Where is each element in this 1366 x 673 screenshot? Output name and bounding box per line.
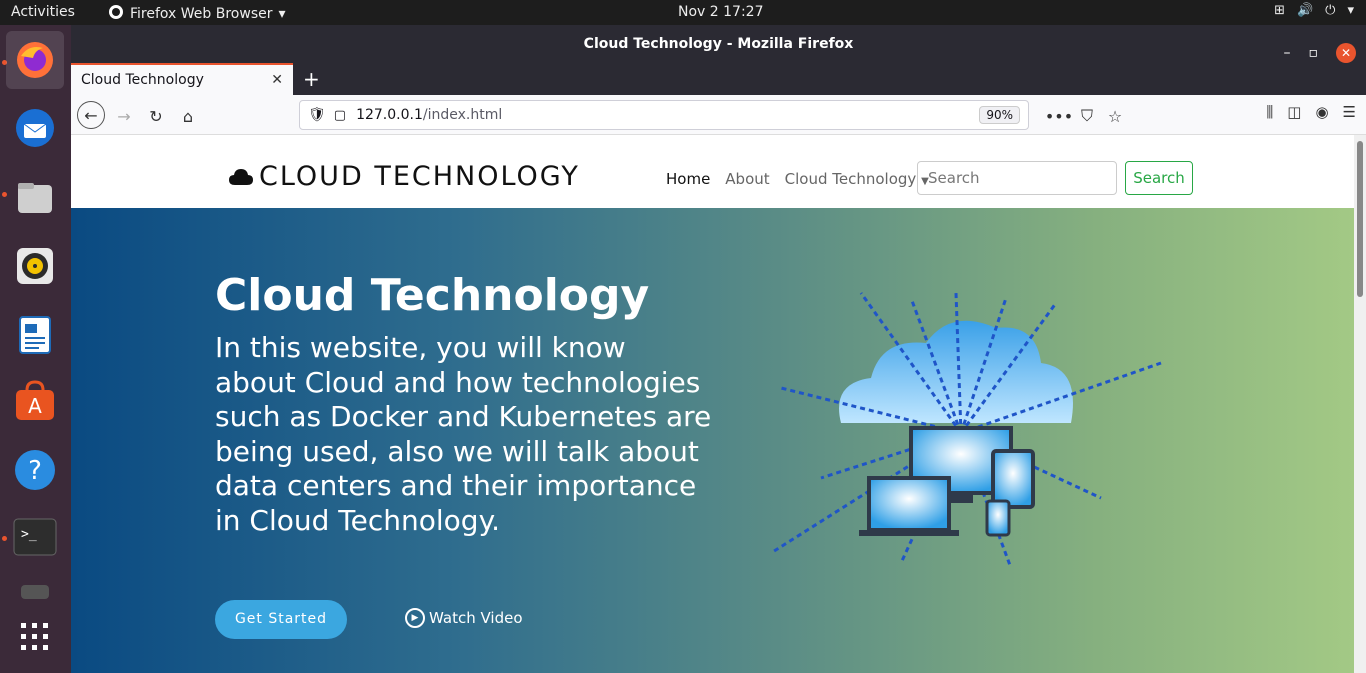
svg-text:?: ?: [28, 456, 42, 486]
menu-icon[interactable]: ☰: [1343, 103, 1356, 121]
firefox-window: Cloud Technology - Mozilla Firefox – ▫ ✕…: [71, 25, 1366, 673]
dock-help[interactable]: ?: [6, 441, 64, 499]
dock-software[interactable]: A: [6, 373, 64, 431]
url-path: /index.html: [422, 107, 503, 123]
web-page: CLOUD TECHNOLOGY Home About Cloud Techno…: [71, 135, 1354, 673]
nav-home[interactable]: Home: [666, 170, 710, 188]
zoom-indicator[interactable]: 90%: [979, 106, 1020, 124]
reload-icon[interactable]: ↻: [143, 103, 169, 129]
writer-icon: [19, 316, 51, 354]
firefox-icon: [108, 4, 124, 24]
nav-about[interactable]: About: [725, 170, 769, 188]
title-bar: Cloud Technology - Mozilla Firefox – ▫ ✕: [71, 25, 1366, 63]
hero-text: In this website, you will know about Clo…: [215, 331, 712, 537]
close-window-icon[interactable]: ✕: [1336, 43, 1356, 63]
site-search-input[interactable]: Search: [917, 161, 1117, 195]
shield-icon[interactable]: 🛡: [308, 107, 326, 123]
nav-cloud-dropdown[interactable]: Cloud Technology ▼: [785, 170, 929, 188]
cloud-icon: [229, 168, 253, 185]
url-bar[interactable]: 🛡 ▢ 127.0.0.1/index.html 90%: [299, 100, 1029, 130]
library-icon[interactable]: ⫼: [1266, 103, 1273, 121]
gnome-top-bar: Activities Firefox Web Browser ▾ Nov 2 1…: [0, 0, 1366, 25]
brand-text: CLOUD TECHNOLOGY: [259, 161, 580, 192]
dock-rhythmbox[interactable]: [6, 237, 64, 295]
tab-title: Cloud Technology: [81, 72, 204, 88]
svg-text:A: A: [28, 394, 42, 418]
scrollbar-thumb[interactable]: [1357, 141, 1363, 297]
thunderbird-icon: [16, 109, 54, 147]
terminal-icon: >_: [13, 518, 57, 556]
site-brand[interactable]: CLOUD TECHNOLOGY: [229, 161, 580, 192]
site-navbar: CLOUD TECHNOLOGY Home About Cloud Techno…: [71, 135, 1354, 208]
removable-drive-icon: [21, 585, 49, 599]
dock-firefox[interactable]: [6, 31, 64, 89]
sidebar-icon[interactable]: ◫: [1287, 103, 1301, 121]
nav-cloud-label: Cloud Technology: [784, 170, 917, 188]
svg-text:>_: >_: [21, 527, 37, 542]
window-title: Cloud Technology - Mozilla Firefox: [583, 36, 854, 52]
watch-video-link[interactable]: ▶ Watch Video: [405, 608, 523, 628]
back-icon[interactable]: ←: [77, 101, 105, 129]
page-actions-icon[interactable]: •••: [1045, 103, 1073, 129]
home-icon[interactable]: ⌂: [175, 103, 201, 129]
get-started-button[interactable]: Get Started: [215, 600, 347, 639]
dock: A ? >_: [0, 25, 71, 673]
dock-writer[interactable]: [6, 306, 64, 364]
files-icon: [18, 183, 52, 213]
dock-files[interactable]: [6, 168, 64, 226]
page-scrollbar[interactable]: [1354, 135, 1366, 673]
app-menu-label: Firefox Web Browser: [130, 6, 273, 22]
chevron-down-icon: ▾: [1347, 3, 1354, 18]
site-search-button[interactable]: Search: [1125, 161, 1193, 195]
dock-drive[interactable]: [6, 577, 64, 607]
bookmark-star-icon[interactable]: ☆: [1102, 103, 1128, 129]
forward-icon[interactable]: →: [111, 103, 137, 129]
show-apps-icon: [21, 623, 48, 650]
page-info-icon[interactable]: ▢: [334, 108, 346, 123]
account-icon[interactable]: ◉: [1315, 103, 1328, 121]
dock-thunderbird[interactable]: [6, 99, 64, 157]
volume-icon: 🔊: [1296, 3, 1314, 18]
play-icon: ▶: [405, 608, 425, 628]
pocket-icon[interactable]: ⛉: [1074, 103, 1100, 129]
activities-button[interactable]: Activities: [11, 4, 75, 20]
network-icon: ⊞: [1274, 3, 1285, 18]
cloud-devices-illustration: [770, 292, 1162, 569]
power-icon: ⏻: [1325, 3, 1336, 18]
clock[interactable]: Nov 2 17:27: [678, 4, 763, 20]
help-icon: ?: [15, 450, 55, 490]
software-icon: A: [16, 380, 54, 420]
firefox-icon: [17, 42, 53, 78]
system-menu[interactable]: ⊞ 🔊 ⏻ ▾: [1274, 3, 1354, 18]
site-menu: Home About Cloud Technology ▼: [666, 170, 929, 188]
chevron-down-icon: ▾: [278, 6, 286, 22]
tab-cloud-technology[interactable]: Cloud Technology ✕: [71, 63, 293, 95]
close-tab-icon[interactable]: ✕: [271, 72, 283, 88]
dock-show-apps[interactable]: [6, 608, 64, 666]
hero-section: Cloud Technology In this website, you wi…: [71, 208, 1354, 673]
new-tab-icon[interactable]: +: [303, 67, 320, 91]
url-host: 127.0.0.1: [356, 107, 423, 123]
rhythmbox-icon: [17, 248, 53, 284]
hero-title: Cloud Technology: [215, 270, 650, 321]
tab-strip: Cloud Technology ✕ +: [71, 63, 1366, 95]
dock-terminal[interactable]: >_: [6, 508, 64, 566]
nav-toolbar: ← → ↻ ⌂ 🛡 ▢ 127.0.0.1/index.html 90% •••…: [71, 95, 1366, 135]
toolbar-right: ⫼ ◫ ◉ ☰: [1266, 103, 1356, 121]
watch-video-label: Watch Video: [429, 609, 523, 627]
app-menu[interactable]: Firefox Web Browser ▾: [108, 4, 286, 24]
